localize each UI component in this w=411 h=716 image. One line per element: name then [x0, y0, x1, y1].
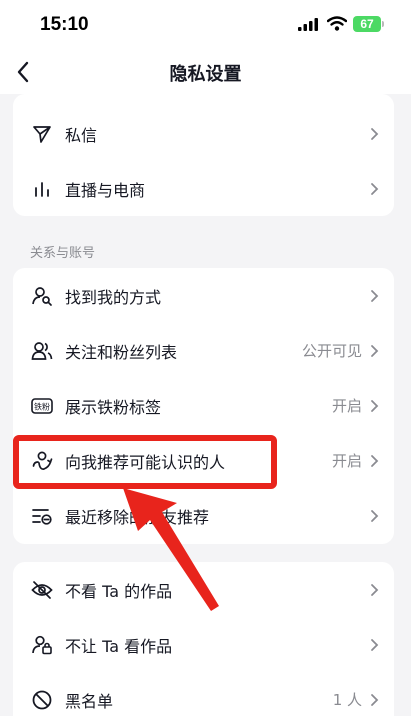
- status-bar: 15:10 67: [0, 0, 411, 50]
- bar-chart-icon: [31, 178, 53, 200]
- row-label: 最近移除的朋友推荐: [65, 507, 210, 527]
- row-label: 找到我的方式: [65, 287, 162, 307]
- nav-bar: 隐私设置: [0, 50, 411, 94]
- badge-text: 铁粉: [34, 401, 50, 411]
- chevron-right-icon: [370, 127, 380, 141]
- row-value: 公开可见: [301, 342, 362, 360]
- page-title: 隐私设置: [169, 64, 242, 85]
- chevron-right-icon: [370, 454, 380, 468]
- user-lock-icon: [31, 634, 53, 656]
- chevron-right-icon: [370, 399, 380, 413]
- chevron-right-icon: [370, 583, 380, 597]
- row-find-me[interactable]: 找到我的方式: [13, 268, 394, 323]
- status-time: 15:10: [40, 14, 89, 35]
- chevron-right-icon: [370, 182, 380, 196]
- row-label: 关注和粉丝列表: [65, 342, 178, 362]
- battery-indicator: 67: [353, 16, 381, 32]
- wifi-icon: [327, 16, 347, 31]
- block-icon: [31, 689, 53, 711]
- row-follow-list[interactable]: 关注和粉丝列表 公开可见: [13, 323, 394, 378]
- users-icon: [31, 340, 53, 362]
- chevron-right-icon: [370, 289, 380, 303]
- row-direct-message[interactable]: 私信: [13, 106, 394, 161]
- chevron-right-icon: [370, 344, 380, 358]
- row-value: 开启: [331, 452, 362, 470]
- chevron-right-icon: [370, 693, 380, 707]
- row-label: 展示铁粉标签: [65, 397, 162, 417]
- send-icon: [31, 123, 53, 145]
- chevron-right-icon: [370, 509, 380, 523]
- row-label: 黑名单: [65, 691, 114, 711]
- row-iron-fan-badge[interactable]: 铁粉 展示铁粉标签 开启: [13, 378, 394, 433]
- row-removed-recommendations[interactable]: 最近移除的朋友推荐: [13, 488, 394, 543]
- row-live-commerce[interactable]: 直播与电商: [13, 161, 394, 216]
- row-blacklist[interactable]: 黑名单 1 人: [13, 672, 394, 716]
- chevron-right-icon: [370, 638, 380, 652]
- removed-list-icon: [31, 505, 53, 527]
- battery-tip: [382, 21, 384, 27]
- highlight-box: [13, 435, 277, 489]
- iron-fan-badge-icon: 铁粉: [31, 395, 53, 417]
- row-label: 私信: [65, 125, 98, 145]
- block-card: 不看 Ta 的作品 不让 Ta 看作品 黑名单 1 人: [13, 562, 394, 716]
- cellular-signal-icon: [298, 18, 318, 31]
- user-search-icon: [31, 285, 53, 307]
- row-value: 开启: [331, 397, 362, 415]
- row-block-viewing[interactable]: 不让 Ta 看作品: [13, 617, 394, 672]
- row-label: 不看 Ta 的作品: [65, 581, 173, 601]
- eye-off-icon: [31, 579, 53, 601]
- row-hide-their-posts[interactable]: 不看 Ta 的作品: [13, 562, 394, 617]
- relations-card: 找到我的方式 关注和粉丝列表 公开可见 铁粉 展示铁粉标签 开启 向我推荐可能认…: [13, 268, 394, 544]
- row-label: 直播与电商: [65, 180, 146, 200]
- section-title-relations: 关系与账号: [30, 246, 96, 261]
- messaging-card: 私信 直播与电商: [13, 94, 394, 216]
- row-value: 1 人: [332, 691, 362, 709]
- row-label: 不让 Ta 看作品: [65, 636, 173, 656]
